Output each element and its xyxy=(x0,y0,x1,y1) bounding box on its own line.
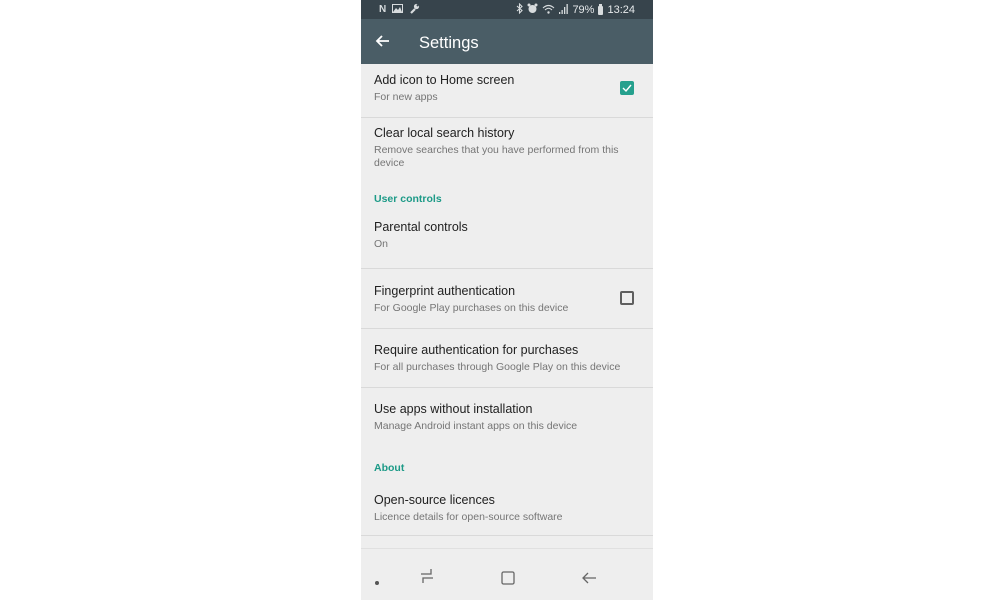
setting-use-apps-without-installation[interactable]: Use apps without installation Manage And… xyxy=(361,388,653,455)
setting-clear-search-history[interactable]: Clear local search history Remove search… xyxy=(361,118,653,189)
phone-screen: N 79% 13:24 Settings Add icon to Home sc… xyxy=(361,0,653,600)
section-header-user-controls: User controls xyxy=(361,189,653,218)
battery-percent: 79% xyxy=(572,3,595,16)
app-bar: Settings xyxy=(361,19,653,64)
setting-add-icon-home-screen[interactable]: Add icon to Home screen For new apps xyxy=(361,64,653,118)
alarm-icon xyxy=(527,3,538,17)
setting-subtitle: For new apps xyxy=(374,91,438,103)
clock: 13:24 xyxy=(607,3,635,16)
setting-title: Clear local search history xyxy=(374,126,515,140)
page-title: Settings xyxy=(419,34,479,52)
checkmark-icon xyxy=(622,84,632,93)
setting-open-source-licences[interactable]: Open-source licences Licence details for… xyxy=(361,479,653,536)
bluetooth-icon xyxy=(516,2,524,17)
arrow-left-icon[interactable] xyxy=(373,31,393,51)
setting-subtitle: On xyxy=(374,238,389,250)
battery-icon xyxy=(598,3,604,15)
section-title: User controls xyxy=(374,193,442,205)
setting-subtitle: For all purchases through Google Play on… xyxy=(374,361,621,373)
wrench-icon xyxy=(409,3,420,17)
section-header-about: About xyxy=(361,455,653,479)
add-icon-checkbox[interactable] xyxy=(620,81,634,95)
setting-title: Parental controls xyxy=(374,220,468,234)
back-icon[interactable] xyxy=(579,566,599,586)
wifi-icon xyxy=(542,4,555,17)
setting-require-authentication[interactable]: Require authentication for purchases For… xyxy=(361,329,653,388)
dot-icon[interactable] xyxy=(367,566,387,586)
setting-title: Require authentication for purchases xyxy=(374,343,579,357)
setting-subtitle: For Google Play purchases on this device xyxy=(374,302,569,314)
settings-list: Add icon to Home screen For new apps Cle… xyxy=(361,64,653,536)
status-bar: N 79% 13:24 xyxy=(361,0,653,19)
signal-icon xyxy=(559,3,569,17)
fingerprint-checkbox[interactable] xyxy=(620,291,634,305)
setting-title: Fingerprint authentication xyxy=(374,284,516,298)
image-icon xyxy=(392,4,404,16)
setting-parental-controls[interactable]: Parental controls On xyxy=(361,218,653,269)
home-icon[interactable] xyxy=(498,566,518,586)
section-title: About xyxy=(374,462,405,474)
setting-title: Use apps without installation xyxy=(374,402,533,416)
setting-subtitle: Manage Android instant apps on this devi… xyxy=(374,420,578,432)
setting-title: Add icon to Home screen xyxy=(374,73,515,87)
navigation-bar xyxy=(361,548,653,600)
setting-fingerprint-authentication[interactable]: Fingerprint authentication For Google Pl… xyxy=(361,269,653,329)
setting-title: Open-source licences xyxy=(374,493,495,507)
recents-icon[interactable] xyxy=(417,566,437,586)
setting-subtitle: Licence details for open-source software xyxy=(374,511,563,523)
setting-subtitle: Remove searches that you have performed … xyxy=(374,144,619,169)
notification-n-icon: N xyxy=(379,4,387,15)
